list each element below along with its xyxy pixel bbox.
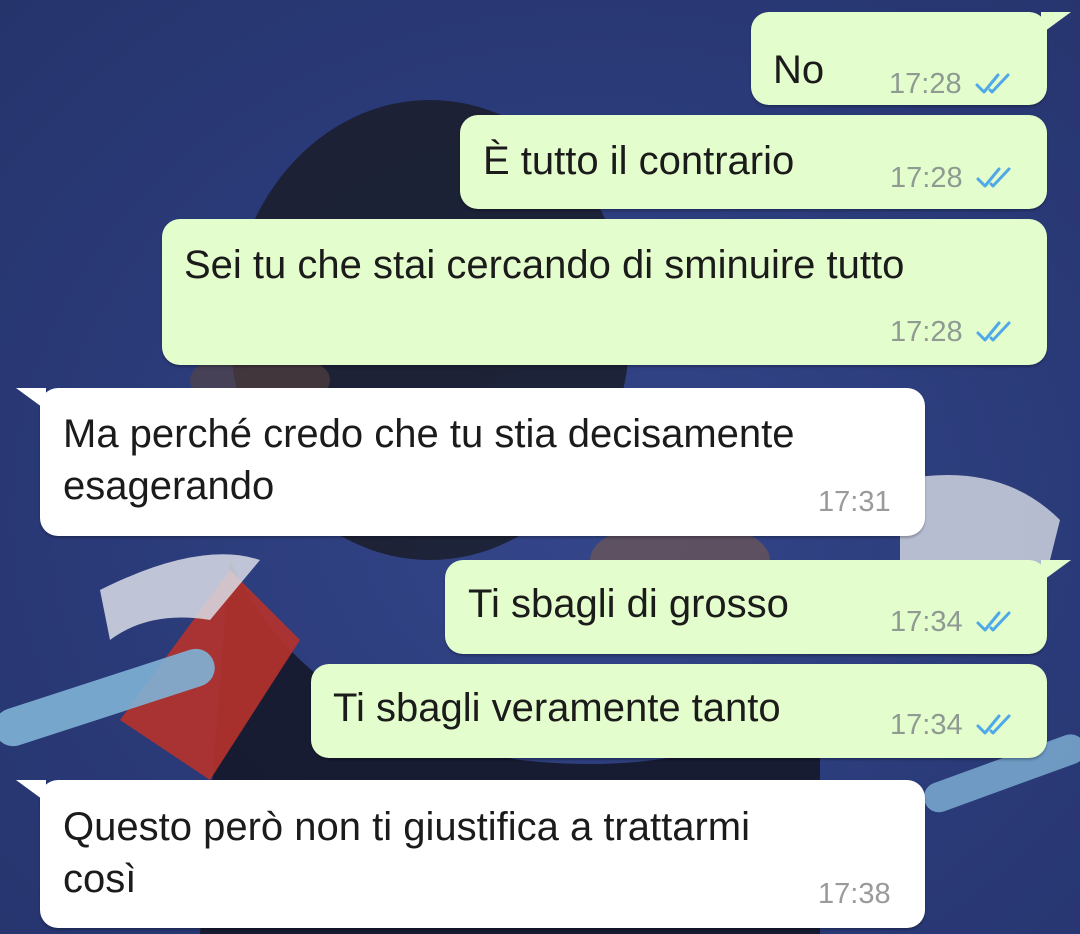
message-time: 17:28 [890,162,963,194]
message-text-line-2: esagerando [63,464,275,508]
message-meta: 17:31 [818,486,891,518]
outgoing-message[interactable]: No 17:28 [751,12,1071,105]
message-meta: 17:34 [890,709,1015,741]
double-check-icon [976,714,1011,735]
double-check-icon [975,73,1010,94]
message-text-line-1: Ma perché credo che tu stia decisamente [63,412,795,456]
incoming-message[interactable]: Questo però non ti giustifica a trattarm… [16,780,925,928]
message-meta: 17:28 [890,162,1015,194]
message-text: È tutto il contrario [483,139,795,183]
message-meta: 17:34 [890,606,1015,638]
message-text: No [773,48,825,92]
message-time: 17:28 [889,68,962,100]
message-meta: 17:38 [818,878,891,910]
outgoing-message[interactable]: Sei tu che stai cercando di sminuire tut… [162,219,1047,365]
message-time: 17:34 [890,709,963,741]
message-meta: 17:28 [890,316,1015,348]
message-time: 17:34 [890,606,963,638]
outgoing-message[interactable]: Ti sbagli veramente tanto 17:34 [311,664,1047,758]
message-time: 17:38 [818,878,891,910]
message-text: Ti sbagli veramente tanto [333,686,781,730]
outgoing-message[interactable]: È tutto il contrario 17:28 [460,115,1047,209]
message-text: Ti sbagli di grosso [468,582,789,626]
double-check-icon [976,321,1011,342]
double-check-icon [976,167,1011,188]
message-text-line-1: Questo però non ti giustifica a trattarm… [63,805,750,849]
message-text-line-2: così [63,857,137,901]
message-time: 17:28 [890,316,963,348]
message-time: 17:31 [818,486,891,518]
incoming-message[interactable]: Ma perché credo che tu stia decisamente … [16,388,925,536]
double-check-icon [976,611,1011,632]
outgoing-message[interactable]: Ti sbagli di grosso 17:34 [445,560,1071,654]
message-meta: 17:28 [889,68,1014,100]
message-text: Sei tu che stai cercando di sminuire tut… [184,243,905,287]
